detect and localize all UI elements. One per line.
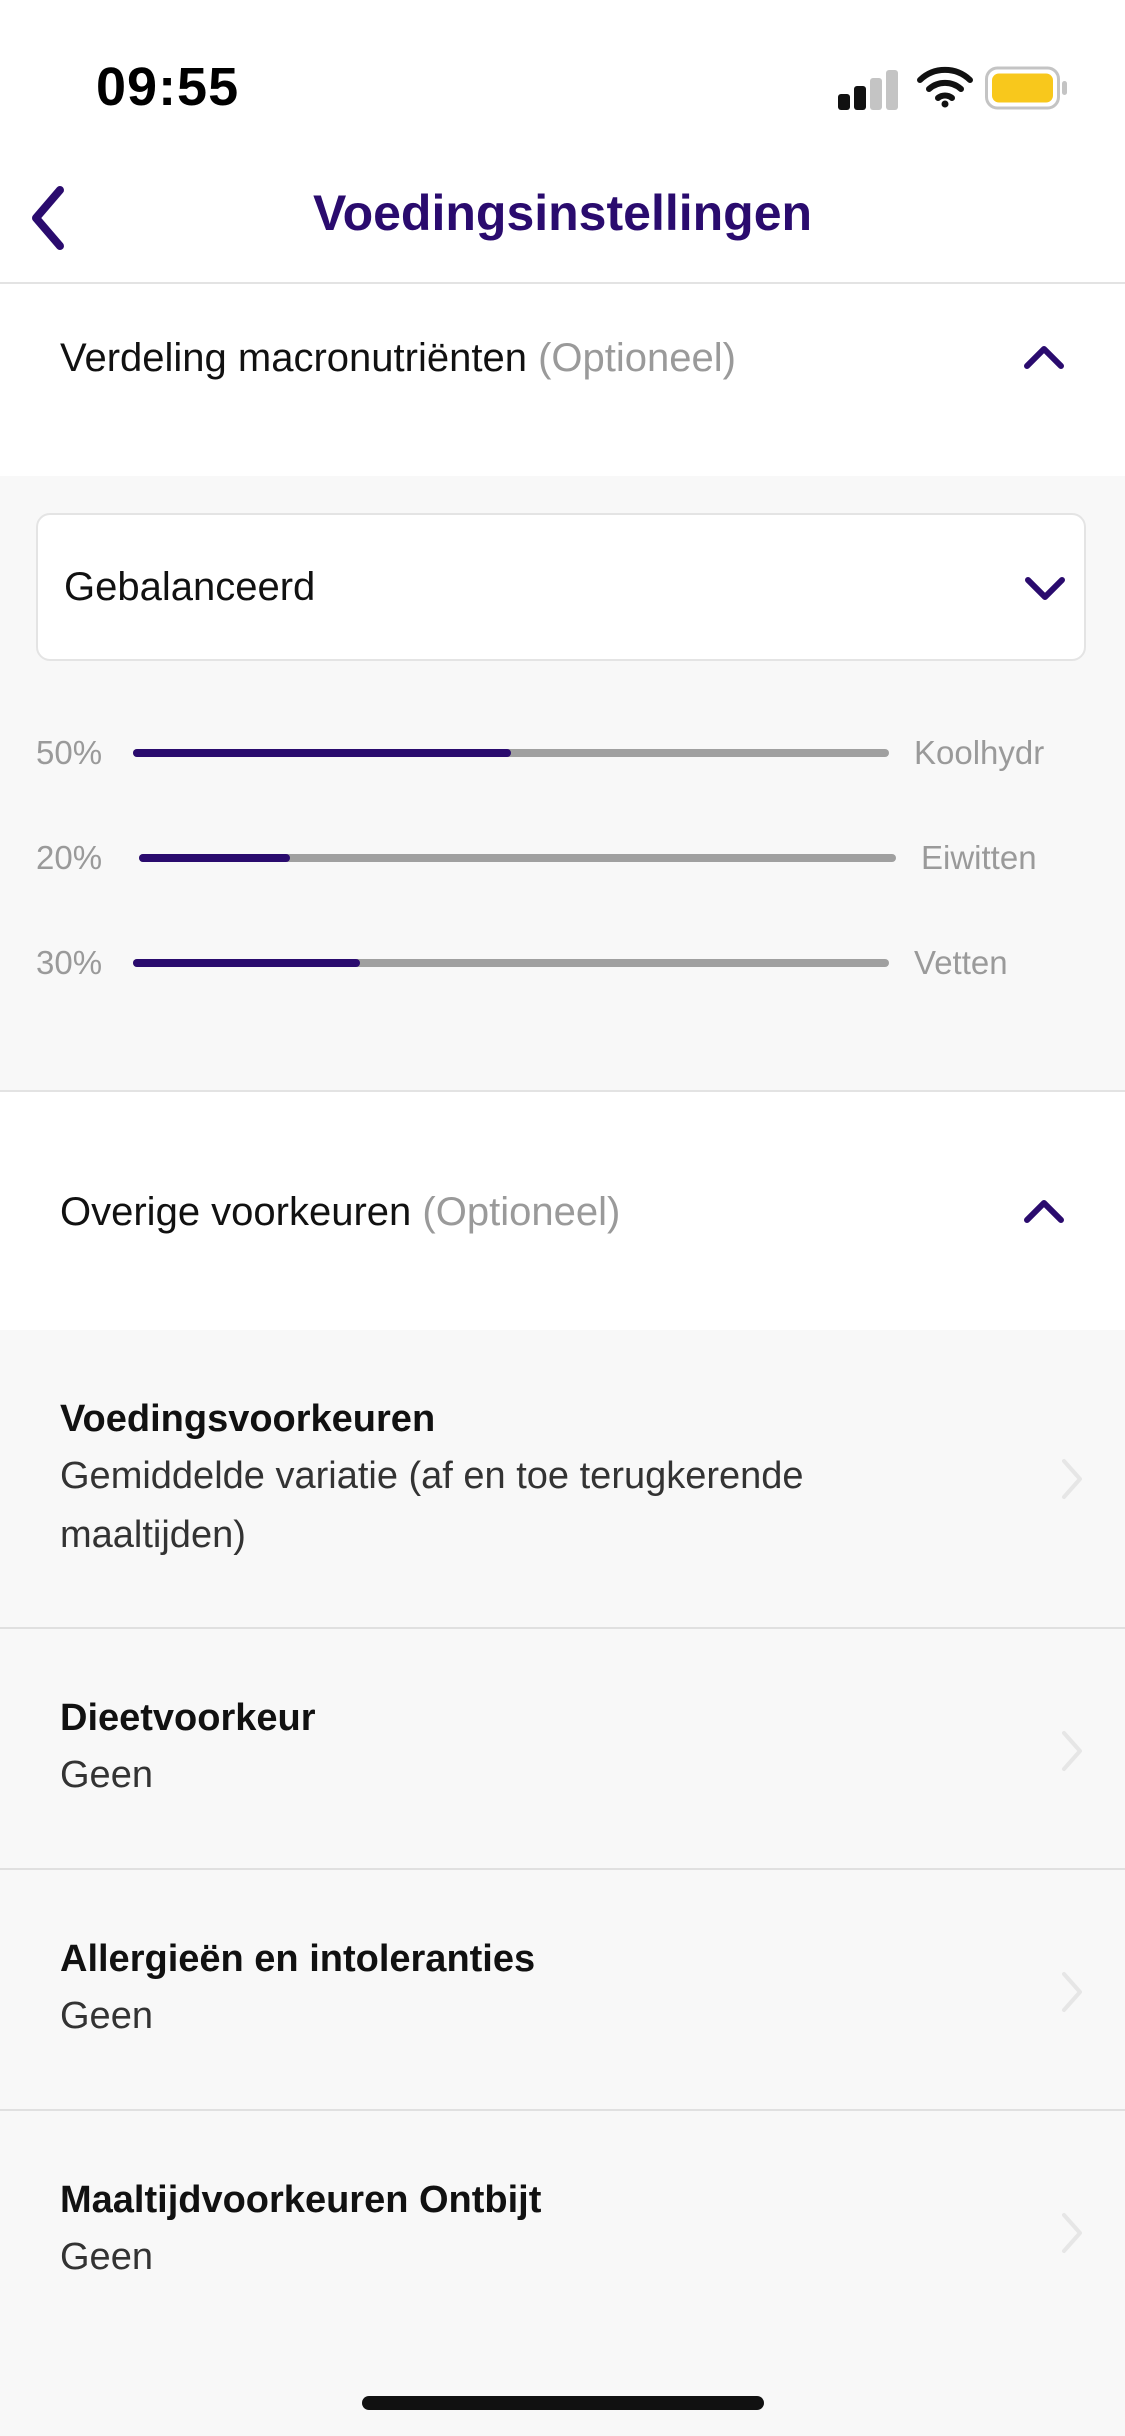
chevron-right-icon bbox=[1062, 1459, 1082, 1499]
macro-preset-value: Gebalanceerd bbox=[64, 565, 316, 609]
chevron-right-icon bbox=[1062, 1972, 1082, 2012]
status-time: 09:55 bbox=[96, 57, 240, 117]
battery-icon bbox=[985, 66, 1067, 110]
macro-bar-fill-fat bbox=[133, 959, 360, 967]
macro-percent-carbs: 50% bbox=[36, 734, 103, 771]
macros-section-title: Verdeling macronutriënten (Optioneel) bbox=[60, 336, 736, 381]
macro-bar-fat bbox=[133, 959, 889, 967]
cellular-signal-icon bbox=[838, 68, 898, 110]
macro-label-carbs: Koolhydr bbox=[914, 734, 1045, 771]
row-value: Geen bbox=[60, 2236, 153, 2278]
row-value: Gemiddelde variatie (af en toe terugkere… bbox=[60, 1455, 804, 1556]
chevron-up-icon bbox=[1024, 1200, 1064, 1223]
list-item-voedingsvoorkeuren[interactable]: Voedingsvoorkeuren Gemiddelde variatie (… bbox=[0, 1330, 1125, 1628]
macro-label-fat: Vetten bbox=[914, 944, 1008, 981]
list-item-allergieen[interactable]: Allergieën en intoleranties Geen bbox=[0, 1870, 1125, 2110]
list-item-dieetvoorkeur[interactable]: Dieetvoorkeur Geen bbox=[0, 1629, 1125, 1869]
page-title: Voedingsinstellingen bbox=[312, 185, 813, 241]
row-value: Geen bbox=[60, 1995, 153, 2037]
macro-bar-fill-carbs bbox=[133, 749, 511, 757]
wifi-icon bbox=[917, 66, 973, 108]
macro-preset-select[interactable]: Gebalanceerd bbox=[36, 513, 1086, 661]
chevron-right-icon bbox=[1062, 2213, 1082, 2253]
chevron-up-icon bbox=[1024, 346, 1064, 369]
row-value: Geen bbox=[60, 1754, 153, 1796]
row-title: Dieetvoorkeur bbox=[60, 1697, 316, 1739]
macros-optional-label: (Optioneel) bbox=[538, 336, 736, 380]
macros-section-header[interactable]: Verdeling macronutriënten (Optioneel) bbox=[0, 284, 1125, 476]
macro-percent-fat: 30% bbox=[36, 944, 103, 981]
macro-label-protein: Eiwitten bbox=[921, 839, 1037, 876]
row-title: Allergieën en intoleranties bbox=[60, 1938, 536, 1980]
row-title: Voedingsvoorkeuren bbox=[60, 1398, 436, 1440]
macros-title-text: Verdeling macronutriënten bbox=[60, 336, 527, 380]
other-section-header[interactable]: Overige voorkeuren (Optioneel) bbox=[0, 1092, 1125, 1330]
chevron-right-icon bbox=[1062, 1731, 1082, 1771]
row-title: Maaltijdvoorkeuren Ontbijt bbox=[60, 2179, 542, 2221]
home-indicator bbox=[362, 2396, 764, 2410]
macro-bar-protein bbox=[139, 854, 896, 862]
other-section-title: Overige voorkeuren (Optioneel) bbox=[60, 1190, 620, 1235]
chevron-down-icon bbox=[1025, 577, 1065, 600]
list-item-ontbijt[interactable]: Maaltijdvoorkeuren Ontbijt Geen bbox=[0, 2111, 1125, 2351]
other-optional-label: (Optioneel) bbox=[422, 1190, 621, 1234]
macro-percent-protein: 20% bbox=[36, 839, 103, 876]
macro-bar-carbs bbox=[133, 749, 889, 757]
other-title-text: Overige voorkeuren bbox=[60, 1190, 412, 1234]
macro-bar-fill-protein bbox=[139, 854, 291, 862]
